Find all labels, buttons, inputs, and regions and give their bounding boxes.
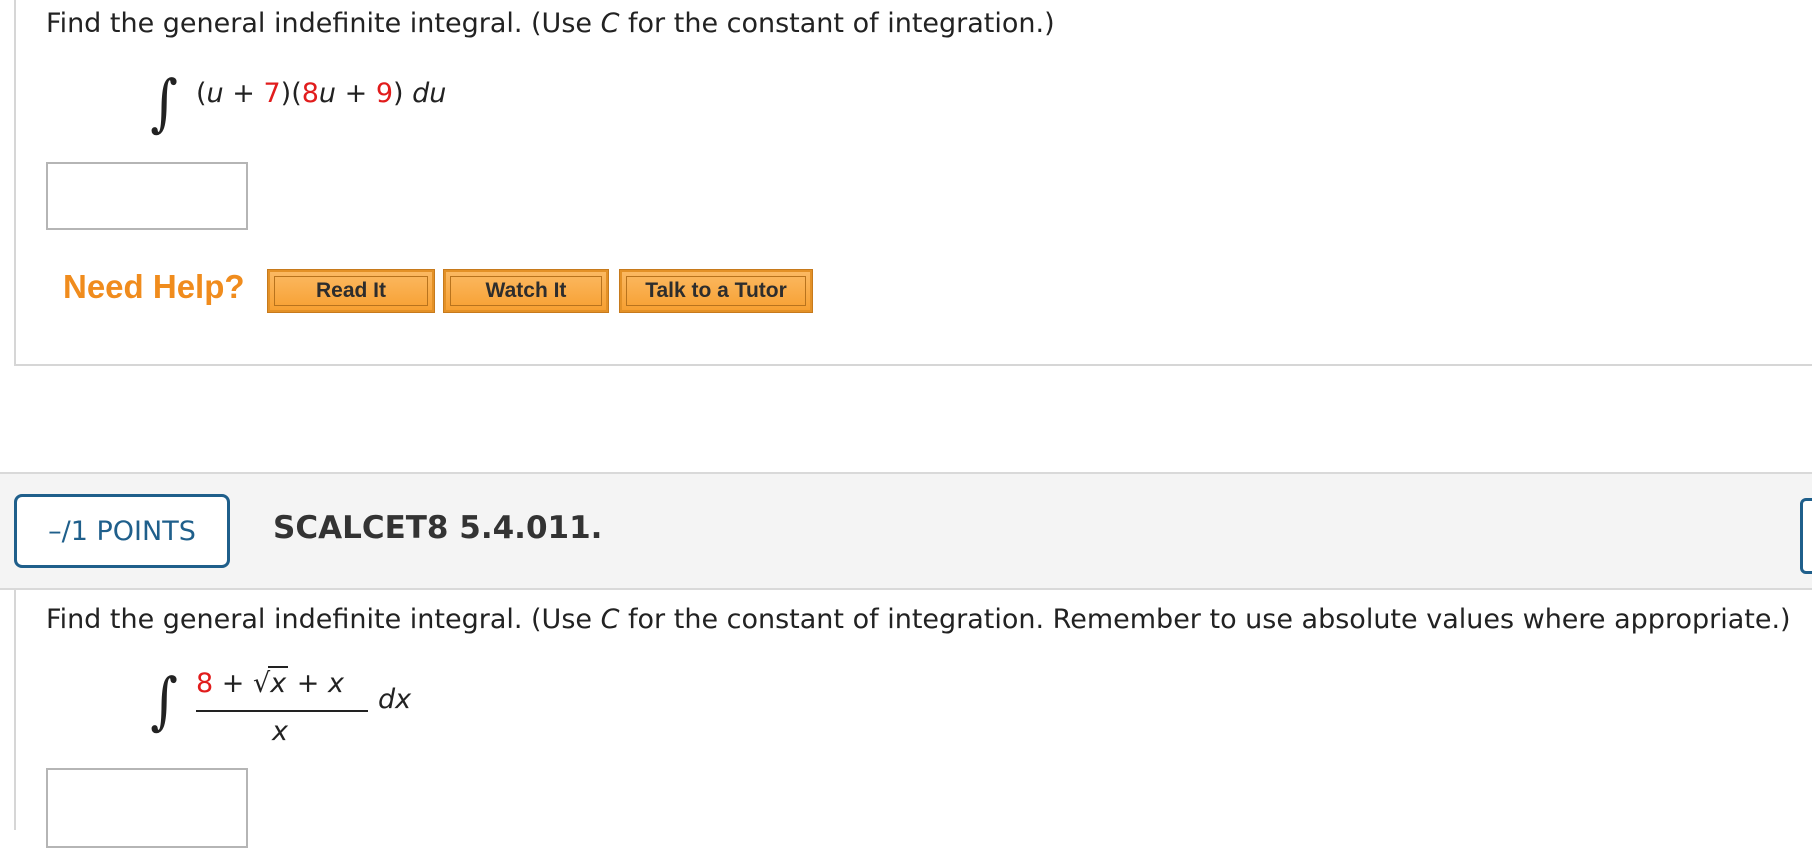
- prompt-c: C: [600, 8, 620, 39]
- number-9: 9: [375, 78, 394, 109]
- question-1-prompt: Find the general indefinite integral. (U…: [46, 8, 1055, 39]
- integrand-expression: (u + 7)(8u + 9) du: [196, 78, 446, 109]
- fraction-bar: [196, 710, 368, 712]
- prompt-text-end: for the constant of integration.): [619, 8, 1055, 39]
- watch-it-button[interactable]: Watch It: [443, 269, 609, 313]
- question-1-panel: Find the general indefinite integral. (U…: [14, 0, 1812, 366]
- fraction-numerator: 8 + √x + x: [196, 666, 344, 699]
- differential-du: du: [412, 78, 447, 109]
- talk-to-tutor-label: Talk to a Tutor: [626, 276, 806, 306]
- integral-sign: ∫: [150, 66, 178, 139]
- paren: )(: [280, 78, 302, 109]
- differential-dx: dx: [378, 684, 411, 715]
- plus: +: [288, 668, 328, 699]
- need-help-label: Need Help?: [63, 268, 245, 305]
- number-7: 7: [263, 78, 281, 109]
- plus: +: [223, 78, 264, 109]
- prompt-text-end: for the constant of integration. Remembe…: [619, 604, 1791, 635]
- plus: +: [336, 78, 376, 109]
- prompt-text: Find the general indefinite integral. (U…: [46, 8, 601, 39]
- var-u: u: [318, 78, 337, 109]
- read-it-button[interactable]: Read It: [267, 269, 435, 313]
- read-it-label: Read It: [274, 276, 428, 306]
- points-badge[interactable]: –/1 POINTS: [14, 494, 230, 568]
- var-x: x: [270, 668, 287, 699]
- paren: ): [393, 78, 413, 109]
- fraction-denominator: x: [272, 716, 288, 747]
- number-8: 8: [196, 668, 214, 699]
- var-u: u: [206, 78, 224, 109]
- header-right-control[interactable]: [1800, 498, 1812, 574]
- paren: (: [196, 78, 207, 109]
- talk-to-tutor-button[interactable]: Talk to a Tutor: [619, 269, 813, 313]
- prompt-text: Find the general indefinite integral. (U…: [46, 604, 601, 635]
- dx: dx: [378, 684, 412, 715]
- plus: +: [213, 668, 253, 699]
- var-x: x: [327, 668, 344, 699]
- answer-input-2[interactable]: [46, 768, 248, 848]
- answer-input-1[interactable]: [46, 162, 248, 230]
- question-id: SCALCET8 5.4.011.: [273, 510, 603, 546]
- question-2-prompt: Find the general indefinite integral. (U…: [46, 604, 1791, 635]
- question-2-panel: Find the general indefinite integral. (U…: [14, 590, 1812, 848]
- question-2-header: –/1 POINTS SCALCET8 5.4.011.: [0, 472, 1812, 590]
- prompt-c: C: [600, 604, 620, 635]
- number-8: 8: [301, 78, 319, 109]
- integral-sign: ∫: [150, 664, 178, 737]
- watch-it-label: Watch It: [450, 276, 602, 306]
